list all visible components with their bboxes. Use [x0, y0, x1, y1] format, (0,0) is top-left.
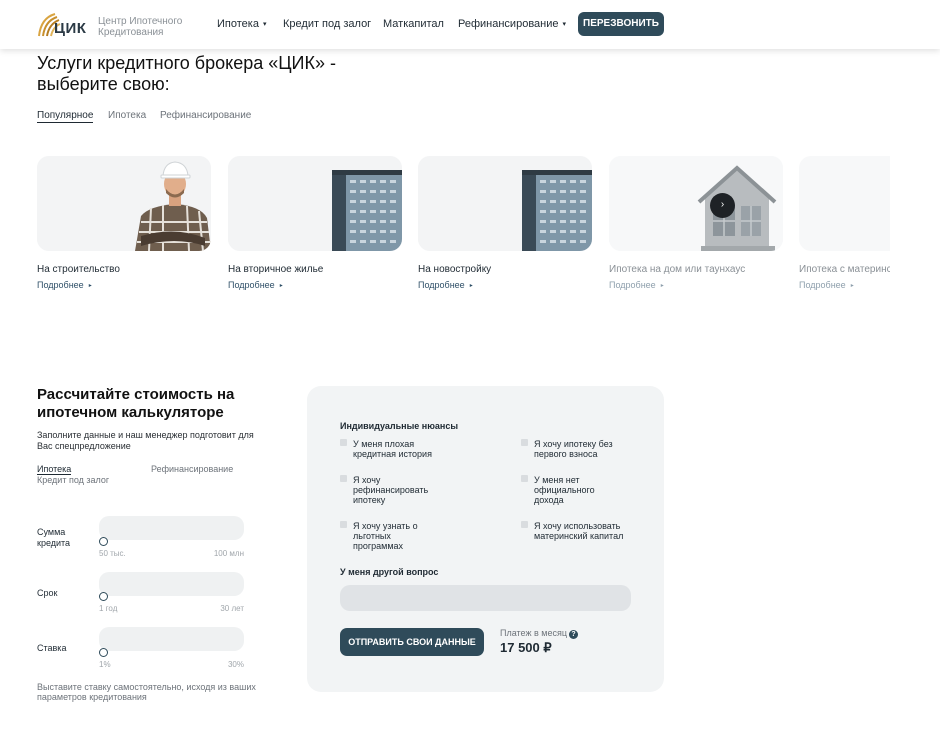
- more-link-label: Подробнее: [418, 280, 465, 290]
- term-max: 30 лет: [220, 604, 244, 613]
- rate-label: Ставка: [37, 643, 67, 653]
- service-card[interactable]: На строительство Подробнее ▸: [37, 156, 211, 290]
- nav-secured-loan-label: Кредит под залог: [283, 18, 372, 30]
- service-card[interactable]: Ипотека с материнским Подробнее ▸: [799, 156, 890, 290]
- callback-button[interactable]: ПЕРЕЗВОНИТЬ: [578, 12, 664, 36]
- service-card-image: [228, 156, 402, 251]
- calc-tab-mortgage[interactable]: Ипотека: [37, 464, 72, 475]
- term-label: Срок: [37, 588, 58, 598]
- loan-amount-slider-handle[interactable]: [99, 537, 108, 546]
- option-label[interactable]: У меня нет официального дохода: [534, 475, 614, 505]
- chevron-right-icon: ›: [720, 199, 725, 210]
- service-card[interactable]: На новостройку Подробнее ▸: [418, 156, 592, 290]
- submit-data-button[interactable]: ОТПРАВИТЬ СВОИ ДАННЫЕ: [340, 628, 484, 656]
- logo-text: ЦИК: [54, 20, 87, 37]
- chevron-down-icon: ▾: [262, 21, 267, 28]
- services-carousel: На строительство Подробнее ▸ На вторично…: [0, 150, 890, 300]
- carousel-next-button[interactable]: ›: [710, 193, 735, 218]
- nav-mortgage-label: Ипотека: [217, 18, 259, 30]
- calculator-note: Выставите ставку самостоятельно, исходя …: [37, 682, 256, 702]
- help-icon[interactable]: ?: [568, 630, 578, 639]
- chevron-right-icon: ▸: [279, 283, 283, 289]
- service-card-title: Ипотека с материнским: [799, 264, 890, 275]
- service-card-title: На новостройку: [418, 264, 492, 275]
- nav-refinancing-label: Рефинансирование: [458, 18, 559, 30]
- service-card[interactable]: На вторичное жилье Подробнее ▸: [228, 156, 402, 290]
- option-label[interactable]: Я хочу ипотеку без первого взноса: [534, 439, 634, 459]
- more-link-label: Подробнее: [799, 280, 846, 290]
- option-label[interactable]: Я хочу узнать о льготных программах: [353, 521, 433, 551]
- tab-refinancing[interactable]: Рефинансирование: [160, 110, 251, 121]
- chevron-right-icon: ▸: [850, 283, 854, 289]
- option-checkbox[interactable]: [521, 521, 528, 528]
- service-card[interactable]: Ипотека на дом или таунхаус Подробнее ▸: [609, 156, 783, 290]
- option-label[interactable]: У меня плохая кредитная история: [353, 439, 453, 459]
- nav-secured-loan[interactable]: Кредит под залог: [283, 18, 371, 30]
- chevron-right-icon: ▸: [88, 283, 92, 289]
- builder-worker-image: [37, 156, 211, 251]
- loan-amount-input[interactable]: [99, 516, 244, 540]
- other-question-title: У меня другой вопрос: [340, 567, 439, 577]
- brand-name: Центр Ипотечного Кредитования: [98, 16, 198, 38]
- option-checkbox[interactable]: [521, 439, 528, 446]
- house-image: [609, 156, 783, 251]
- service-card-image: [799, 156, 890, 251]
- service-card-image: [37, 156, 211, 251]
- service-card-image: [418, 156, 592, 251]
- service-card-more-link[interactable]: Подробнее ▸: [37, 280, 211, 290]
- chevron-right-icon: ▸: [660, 283, 664, 289]
- calc-tab-refinancing[interactable]: Рефинансирование: [151, 464, 233, 474]
- monthly-payment-label: Платеж в месяц?: [500, 628, 578, 639]
- option-checkbox[interactable]: [340, 475, 347, 482]
- loan-amount-label: Сумма кредита: [37, 527, 71, 548]
- apartment-tower-image: [228, 156, 402, 251]
- site-header: ЦИК Центр Ипотечного Кредитования Ипотек…: [0, 0, 940, 49]
- service-card-more-link[interactable]: Подробнее ▸: [418, 280, 592, 290]
- nav-maternity-capital-label: Маткапитал: [383, 18, 444, 30]
- service-card-more-link[interactable]: Подробнее ▸: [609, 280, 783, 290]
- calc-tab-secured-loan[interactable]: Кредит под залог: [37, 475, 109, 485]
- calculator-subtitle: Заполните данные и наш менеджер подготов…: [37, 430, 254, 451]
- option-checkbox[interactable]: [340, 439, 347, 446]
- more-link-label: Подробнее: [609, 280, 656, 290]
- more-link-label: Подробнее: [37, 280, 84, 290]
- apartment-tower-image: [418, 156, 592, 251]
- option-label[interactable]: Я хочу рефинансировать ипотеку: [353, 475, 443, 505]
- rate-input[interactable]: [99, 627, 244, 651]
- loan-amount-min: 50 тыс.: [99, 549, 126, 558]
- tab-mortgage[interactable]: Ипотека: [108, 110, 146, 121]
- term-min: 1 год: [99, 604, 118, 613]
- term-input[interactable]: [99, 572, 244, 596]
- monthly-payment-label-text: Платеж в месяц: [500, 628, 567, 638]
- services-title: Услуги кредитного брокера «ЦИК» - выбери…: [37, 53, 336, 94]
- calculator-title: Рассчитайте стоимость на ипотечном кальк…: [37, 386, 235, 421]
- nav-refinancing[interactable]: Рефинансирование ▾: [458, 18, 566, 30]
- brand-line-2: Кредитования: [98, 27, 164, 38]
- option-checkbox[interactable]: [521, 475, 528, 482]
- nav-maternity-capital[interactable]: Маткапитал: [383, 18, 444, 30]
- brand-line-1: Центр Ипотечного: [98, 16, 183, 27]
- option-label[interactable]: Я хочу использовать материнский капитал: [534, 521, 634, 541]
- more-link-label: Подробнее: [228, 280, 275, 290]
- chevron-right-icon: ▸: [469, 283, 473, 289]
- loan-amount-max: 100 млн: [213, 549, 244, 558]
- option-checkbox[interactable]: [340, 521, 347, 528]
- service-card-title: На вторичное жилье: [228, 264, 324, 275]
- service-card-title: Ипотека на дом или таунхаус: [609, 264, 746, 275]
- other-question-input[interactable]: [340, 585, 631, 611]
- monthly-payment-value: 17 500 ₽: [500, 640, 552, 655]
- service-card-more-link[interactable]: Подробнее ▸: [799, 280, 890, 290]
- rate-min: 1%: [99, 660, 111, 669]
- chevron-down-icon: ▾: [562, 21, 567, 28]
- service-card-image: [609, 156, 783, 251]
- tab-popular[interactable]: Популярное: [37, 110, 94, 123]
- nav-mortgage[interactable]: Ипотека ▾: [217, 18, 266, 30]
- service-card-more-link[interactable]: Подробнее ▸: [228, 280, 402, 290]
- rate-slider-handle[interactable]: [99, 648, 108, 657]
- rate-max: 30%: [227, 660, 244, 669]
- term-slider-handle[interactable]: [99, 592, 108, 601]
- nuances-title: Индивидуальные нюансы: [340, 421, 459, 431]
- service-card-title: На строительство: [37, 264, 120, 275]
